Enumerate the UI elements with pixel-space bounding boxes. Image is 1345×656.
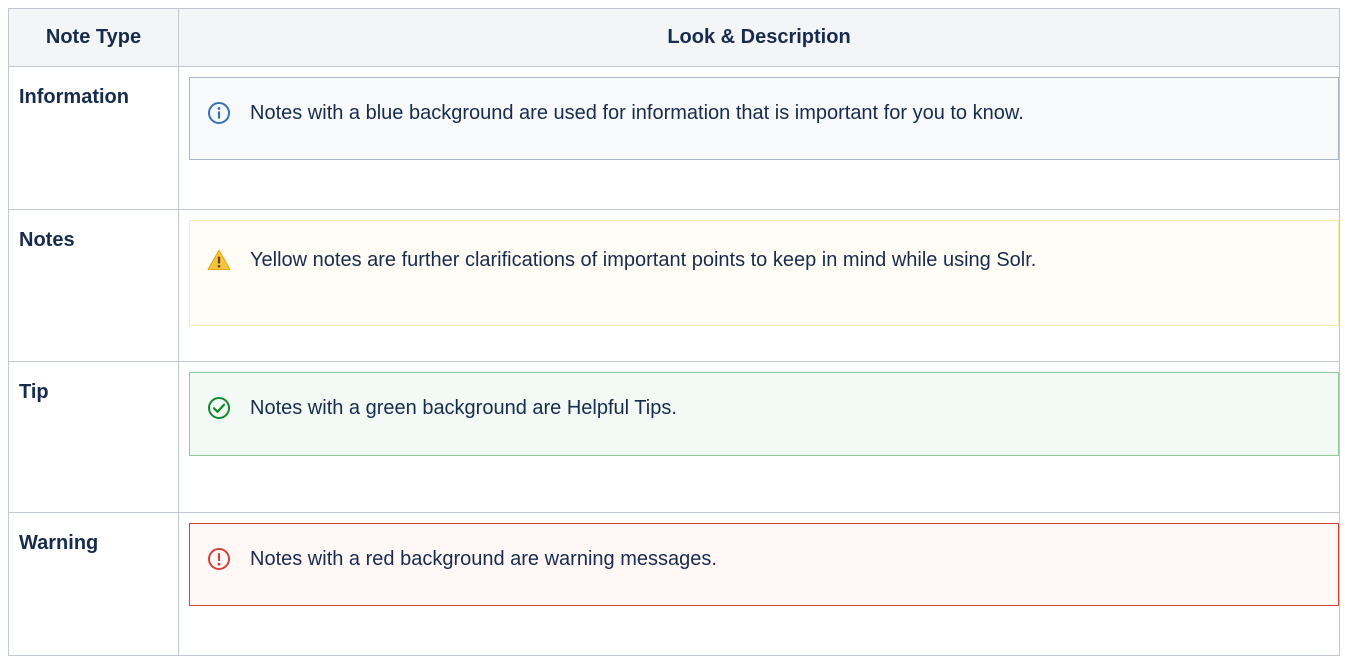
note-type-label: Warning [8,512,179,656]
note-description-cell: Yellow notes are further clarifications … [178,209,1340,362]
note-description-cell: Notes with a green background are Helpfu… [178,361,1340,513]
info-panel-text: Notes with a blue background are used fo… [250,102,1024,124]
tip-panel: Notes with a green background are Helpfu… [189,372,1339,456]
note-types-table: Note Type Look & Description Information [8,8,1340,656]
error-icon [207,547,231,571]
table-row-notes: Notes Yellow notes are further clarifica… [8,209,1340,362]
note-type-label: Tip [8,361,179,513]
warning-triangle-icon [207,248,231,272]
info-icon [207,101,231,125]
header-note-type: Note Type [8,8,179,67]
table-row-information: Information Notes with a blue background… [8,66,1340,210]
check-circle-icon [207,396,231,420]
table-header-row: Note Type Look & Description [8,8,1340,67]
tip-panel-text: Notes with a green background are Helpfu… [250,397,677,419]
note-type-label: Information [8,66,179,210]
note-type-label: Notes [8,209,179,362]
note-types-container: Note Type Look & Description Information [8,8,1340,656]
note-description-cell: Notes with a blue background are used fo… [178,66,1340,210]
warning-panel-text: Notes with a red background are warning … [250,548,717,570]
info-panel: Notes with a blue background are used fo… [189,77,1339,160]
warning-panel: Notes with a red background are warning … [189,523,1339,606]
note-panel: Yellow notes are further clarifications … [189,220,1339,326]
note-panel-text: Yellow notes are further clarifications … [250,249,1037,271]
table-row-warning: Warning Notes with a red background are … [8,512,1340,656]
header-look-description: Look & Description [178,8,1340,67]
note-description-cell: Notes with a red background are warning … [178,512,1340,656]
table-row-tip: Tip Notes with a green background are He… [8,361,1340,513]
